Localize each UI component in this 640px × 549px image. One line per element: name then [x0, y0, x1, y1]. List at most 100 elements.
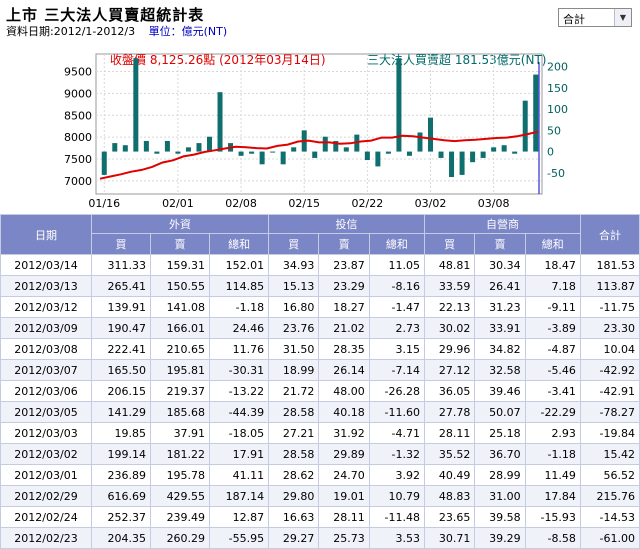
value-cell: -19.84 — [579, 422, 640, 444]
value-cell: 152.01 — [209, 254, 270, 276]
header-foreign: 外資 — [90, 214, 270, 234]
value-cell: -61.00 — [579, 527, 640, 549]
net-bar — [238, 151, 244, 156]
value-cell: -3.41 — [524, 380, 581, 402]
table-row: 2012/03/03 19.85 37.91 -18.05 27.21 31.92 -4.7… — [0, 422, 640, 444]
value-cell: 141.08 — [150, 296, 211, 318]
value-cell: 12.87 — [209, 506, 270, 528]
value-cell: 206.15 — [90, 380, 152, 402]
net-bar — [217, 92, 223, 152]
table-row: 2012/03/02 199.14 181.22 17.91 28.58 29.89 -1.… — [0, 443, 640, 465]
value-cell: 15.42 — [579, 443, 640, 465]
table-row: 2012/03/05 141.29 185.68 -44.39 28.58 40.18 -1… — [0, 401, 640, 423]
value-cell: 18.27 — [318, 296, 370, 318]
value-cell: 28.11 — [424, 422, 476, 444]
value-cell: 11.49 — [524, 464, 581, 486]
net-bar — [312, 151, 318, 158]
value-cell: -13.22 — [209, 380, 270, 402]
date-range: 資料日期:2012/1-2012/3 — [6, 25, 136, 38]
y-left-tick: 9500 — [64, 66, 92, 79]
header-total: 合計 — [579, 214, 640, 255]
x-tick: 02/15 — [288, 197, 320, 210]
page-title: 上市 三大法人買賣超統計表 — [6, 6, 205, 24]
net-bar — [533, 74, 539, 152]
value-cell: 236.89 — [90, 464, 152, 486]
value-cell: 30.34 — [474, 254, 526, 276]
y-left-tick: 7500 — [64, 153, 92, 166]
value-cell: 31.00 — [474, 485, 526, 507]
header-date: 日期 — [0, 214, 92, 255]
value-cell: -18.05 — [209, 422, 270, 444]
x-tick: 03/02 — [415, 197, 447, 210]
value-cell: 25.18 — [474, 422, 526, 444]
net-bar — [270, 151, 276, 153]
table-row: 2012/03/12 139.91 141.08 -1.18 16.80 18.27 -1.… — [0, 296, 640, 318]
net-bar — [364, 151, 370, 161]
value-cell: 23.30 — [579, 317, 640, 339]
net-bar — [280, 151, 286, 165]
value-cell: -8.58 — [524, 527, 581, 549]
value-cell: 239.49 — [150, 506, 211, 528]
value-cell: 222.41 — [90, 338, 152, 360]
date-cell: 2012/03/14 — [0, 254, 92, 276]
value-cell: 17.84 — [524, 485, 581, 507]
value-cell: -1.18 — [209, 296, 270, 318]
chart: 收盤價 8,125.26點 (2012年03月14日) 三大法人買賣超 181.… — [64, 52, 568, 210]
date-cell: 2012/03/07 — [0, 359, 92, 381]
value-cell: 28.62 — [268, 464, 320, 486]
sub-header: 賣 — [474, 233, 526, 255]
y-right-tick: -50 — [547, 167, 565, 180]
value-cell: 17.91 — [209, 443, 270, 465]
value-cell: 30.71 — [424, 527, 476, 549]
value-cell: 21.02 — [318, 317, 370, 339]
value-cell: 195.78 — [150, 464, 211, 486]
value-cell: 2.93 — [524, 422, 581, 444]
value-cell: 204.35 — [90, 527, 152, 549]
value-cell: 23.76 — [268, 317, 320, 339]
net-bar — [196, 143, 202, 152]
legend-close: 收盤價 8,125.26點 (2012年03月14日) — [110, 53, 326, 67]
value-cell: 113.87 — [579, 275, 640, 297]
value-cell: 26.41 — [474, 275, 526, 297]
value-cell: -1.18 — [524, 443, 581, 465]
net-bar — [185, 147, 191, 152]
table-row: 2012/03/14 311.33 159.31 152.01 34.93 23.87 11… — [0, 254, 640, 276]
summary-select[interactable]: 合計 ▼ — [558, 8, 632, 27]
value-cell: -30.31 — [209, 359, 270, 381]
value-cell: -7.14 — [368, 359, 426, 381]
value-cell: -8.16 — [368, 275, 426, 297]
value-cell: -42.92 — [579, 359, 640, 381]
net-bar — [459, 151, 465, 175]
net-bar — [501, 145, 507, 152]
sub-header: 賣 — [318, 233, 370, 255]
value-cell: 36.05 — [424, 380, 476, 402]
net-bar — [143, 140, 149, 152]
date-cell: 2012/02/29 — [0, 485, 92, 507]
value-cell: 11.76 — [209, 338, 270, 360]
y-right-tick: 150 — [547, 82, 568, 95]
value-cell: -11.48 — [368, 506, 426, 528]
value-cell: 18.99 — [268, 359, 320, 381]
value-cell: 139.91 — [90, 296, 152, 318]
value-cell: 19.01 — [318, 485, 370, 507]
value-cell: 199.14 — [90, 443, 152, 465]
value-cell: 48.81 — [424, 254, 476, 276]
value-cell: 48.83 — [424, 485, 476, 507]
value-cell: 40.18 — [318, 401, 370, 423]
y-right-tick: 50 — [547, 124, 561, 137]
net-bar — [470, 151, 476, 163]
net-bar — [406, 151, 412, 156]
x-tick: 02/22 — [352, 197, 384, 210]
value-cell: 181.53 — [579, 254, 640, 276]
net-bar — [385, 151, 391, 154]
table-row: 2012/03/08 222.41 210.65 11.76 31.50 28.35 3.1… — [0, 338, 640, 360]
value-cell: 159.31 — [150, 254, 211, 276]
value-cell: 141.29 — [90, 401, 152, 423]
table-row: 2012/02/24 252.37 239.49 12.87 16.63 28.11 -11… — [0, 506, 640, 528]
value-cell: 28.99 — [474, 464, 526, 486]
value-cell: 30.02 — [424, 317, 476, 339]
chevron-down-icon[interactable]: ▼ — [614, 9, 631, 26]
value-cell: 34.93 — [268, 254, 320, 276]
net-bar — [175, 151, 181, 154]
value-cell: 28.58 — [268, 401, 320, 423]
